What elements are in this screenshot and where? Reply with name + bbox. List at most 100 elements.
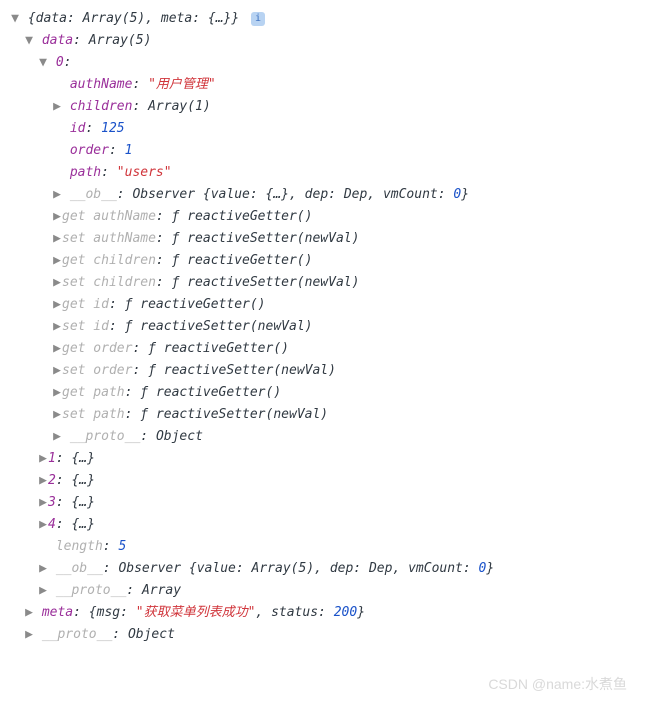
expand-arrow-right-icon[interactable]: ▶ (38, 492, 48, 514)
expand-arrow-right-icon[interactable]: ▶ (52, 96, 62, 118)
expand-arrow-right-icon[interactable]: ▶ (52, 426, 62, 448)
prop-key: data (42, 33, 73, 48)
accessor-kind: get children (62, 253, 156, 268)
accessor-kind: get authName (62, 209, 156, 224)
summary-meta-val: {…} (208, 11, 231, 26)
accessor-fn: reactiveSetter(newVal) (187, 231, 359, 246)
summary-meta-key: meta (161, 11, 192, 26)
accessor-fn: reactiveSetter(newVal) (156, 407, 328, 422)
prop-value: {…} (71, 517, 94, 532)
function-icon: ƒ (172, 253, 188, 268)
prop-key: path (70, 165, 101, 180)
tree-row-id[interactable]: id: 125 (10, 118, 635, 140)
prop-value: {…} (71, 473, 94, 488)
expand-arrow-right-icon[interactable]: ▶ (52, 206, 62, 228)
tree-row-ob[interactable]: ▶ __ob__: Observer {value: {…}, dep: Dep… (10, 184, 635, 206)
tree-row-item[interactable]: ▶2: {…} (10, 470, 635, 492)
function-icon: ƒ (172, 209, 188, 224)
tree-row-data[interactable]: ▼ data: Array(5) (10, 30, 635, 52)
accessor-kind: set id (62, 319, 109, 334)
accessor-kind: set order (62, 363, 132, 378)
tree-row-accessor[interactable]: ▶set path: ƒ reactiveSetter(newVal) (10, 404, 635, 426)
expand-arrow-down-icon[interactable]: ▼ (38, 52, 48, 74)
tree-row-accessor[interactable]: ▶set children: ƒ reactiveSetter(newVal) (10, 272, 635, 294)
prop-key: length (56, 539, 103, 554)
prop-value: {…} (71, 495, 94, 510)
expand-arrow-right-icon[interactable]: ▶ (38, 470, 48, 492)
accessor-fn: reactiveGetter() (187, 209, 312, 224)
prop-key: children (70, 99, 133, 114)
expand-arrow-right-icon[interactable]: ▶ (38, 448, 48, 470)
tree-row-meta[interactable]: ▶ meta: {msg: "获取菜单列表成功", status: 200} (10, 602, 635, 624)
prop-key: 0 (56, 55, 64, 70)
accessor-fn: reactiveSetter(newVal) (164, 363, 336, 378)
expand-arrow-right-icon[interactable]: ▶ (52, 382, 62, 404)
expand-arrow-right-icon[interactable]: ▶ (38, 580, 48, 602)
tree-row-item[interactable]: ▶1: {…} (10, 448, 635, 470)
accessor-kind: get id (62, 297, 109, 312)
expand-arrow-right-icon[interactable]: ▶ (52, 184, 62, 206)
accessor-fn: reactiveGetter() (156, 385, 281, 400)
accessor-kind: set children (62, 275, 156, 290)
prop-value: 1 (125, 143, 133, 158)
prop-value: 5 (118, 539, 126, 554)
tree-row-item[interactable]: ▶4: {…} (10, 514, 635, 536)
info-icon[interactable]: i (251, 12, 265, 26)
prop-value: "用户管理" (148, 77, 216, 92)
tree-row-accessor[interactable]: ▶get id: ƒ reactiveGetter() (10, 294, 635, 316)
function-icon: ƒ (172, 231, 188, 246)
expand-arrow-right-icon[interactable]: ▶ (52, 294, 62, 316)
expand-arrow-right-icon[interactable]: ▶ (52, 272, 62, 294)
tree-row-accessor[interactable]: ▶get path: ƒ reactiveGetter() (10, 382, 635, 404)
expand-arrow-right-icon[interactable]: ▶ (24, 624, 34, 646)
tree-row-authName[interactable]: authName: "用户管理" (10, 74, 635, 96)
tree-row-children[interactable]: ▶ children: Array(1) (10, 96, 635, 118)
tree-row-proto[interactable]: ▶ __proto__: Object (10, 426, 635, 448)
prop-key: __ob__ (70, 187, 117, 202)
expand-arrow-right-icon[interactable]: ▶ (38, 558, 48, 580)
prop-value: Object (128, 627, 175, 642)
expand-arrow-right-icon[interactable]: ▶ (52, 360, 62, 382)
tree-row-ob[interactable]: ▶ __ob__: Observer {value: Array(5), dep… (10, 558, 635, 580)
tree-row-accessor[interactable]: ▶get authName: ƒ reactiveGetter() (10, 206, 635, 228)
prop-key: __proto__ (70, 429, 140, 444)
expand-arrow-down-icon[interactable]: ▼ (10, 8, 20, 30)
tree-row-item-0[interactable]: ▼ 0: (10, 52, 635, 74)
prop-value: "users" (117, 165, 172, 180)
brace-open: { (28, 11, 36, 26)
expand-arrow-right-icon[interactable]: ▶ (52, 316, 62, 338)
summary-data-val: Array(5) (83, 11, 146, 26)
tree-row-accessor[interactable]: ▶get order: ƒ reactiveGetter() (10, 338, 635, 360)
tree-row-accessor[interactable]: ▶get children: ƒ reactiveGetter() (10, 250, 635, 272)
tree-row-proto[interactable]: ▶ __proto__: Array (10, 580, 635, 602)
tree-row-accessor[interactable]: ▶set authName: ƒ reactiveSetter(newVal) (10, 228, 635, 250)
tree-row-root[interactable]: ▼ {data: Array(5), meta: {…}} i (10, 8, 635, 30)
expand-arrow-right-icon[interactable]: ▶ (38, 514, 48, 536)
tree-row-proto[interactable]: ▶ __proto__: Object (10, 624, 635, 646)
prop-key: order (70, 143, 109, 158)
function-icon: ƒ (125, 319, 141, 334)
prop-key: 2 (48, 473, 56, 488)
expand-arrow-down-icon[interactable]: ▼ (24, 30, 34, 52)
prop-value: Array(1) (148, 99, 211, 114)
function-icon: ƒ (140, 385, 156, 400)
expand-arrow-right-icon[interactable]: ▶ (52, 250, 62, 272)
tree-row-accessor[interactable]: ▶set order: ƒ reactiveSetter(newVal) (10, 360, 635, 382)
prop-key: 4 (48, 517, 56, 532)
tree-row-length[interactable]: length: 5 (10, 536, 635, 558)
tree-row-order[interactable]: order: 1 (10, 140, 635, 162)
tree-row-path[interactable]: path: "users" (10, 162, 635, 184)
prop-key: __ob__ (56, 561, 103, 576)
expand-arrow-right-icon[interactable]: ▶ (52, 404, 62, 426)
accessor-fn: reactiveGetter() (187, 253, 312, 268)
function-icon: ƒ (140, 407, 156, 422)
prop-key: 3 (48, 495, 56, 510)
prop-value: Array(5) (89, 33, 152, 48)
tree-row-item[interactable]: ▶3: {…} (10, 492, 635, 514)
expand-arrow-right-icon[interactable]: ▶ (24, 602, 34, 624)
expand-arrow-right-icon[interactable]: ▶ (52, 228, 62, 250)
function-icon: ƒ (125, 297, 141, 312)
expand-arrow-right-icon[interactable]: ▶ (52, 338, 62, 360)
prop-value: Object (156, 429, 203, 444)
tree-row-accessor[interactable]: ▶set id: ƒ reactiveSetter(newVal) (10, 316, 635, 338)
